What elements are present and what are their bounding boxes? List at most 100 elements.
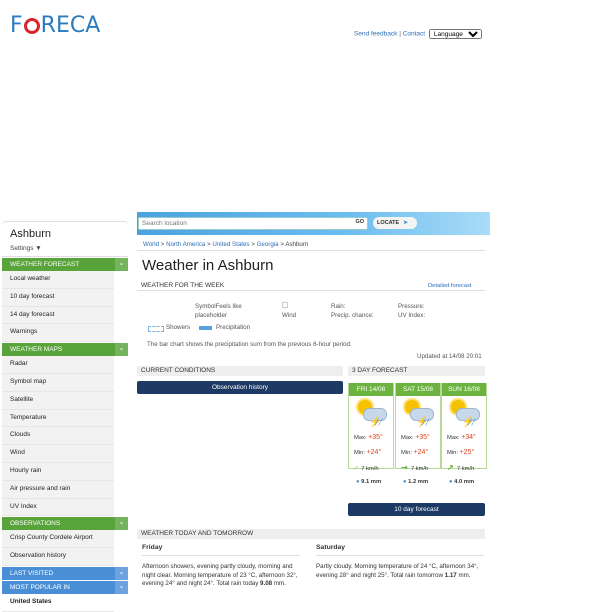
logo-text: F RECA xyxy=(10,13,101,38)
sidebar-item-radar[interactable]: Radar xyxy=(2,356,114,374)
sidebar-item-symbol-map[interactable]: Symbol map xyxy=(2,373,114,392)
sidebar-item-clouds[interactable]: Clouds xyxy=(2,427,114,446)
pressure-label: Pressure: xyxy=(398,303,425,310)
settings-toggle[interactable]: Settings ▼ xyxy=(2,242,128,257)
locate-arrow-icon: ➤ xyxy=(403,220,408,226)
sidebar: Ashburn Settings ▼ WEATHER FORECAST ⌄ Loc… xyxy=(2,221,128,612)
wind-placeholder-icon: Wind xyxy=(282,302,302,320)
breadcrumb-georgia[interactable]: Georgia xyxy=(257,241,279,248)
section-observations[interactable]: OBSERVATIONS ⌄ xyxy=(2,517,128,531)
observation-history-button[interactable]: Observation history xyxy=(137,381,343,394)
section-title: WEATHER MAPS xyxy=(10,346,63,354)
saturday-block: Saturday Partly cloudy. Morning temperat… xyxy=(316,544,484,580)
section-title: LAST VISITED xyxy=(10,569,54,577)
forecast-day[interactable]: SAT 15/08 ⚡ ╱╱ Max: +35° Min: +24° ↗ 7 km… xyxy=(395,383,441,485)
locate-label: LOCATE xyxy=(377,220,400,226)
sidebar-item-10-day[interactable]: 10 day forecast xyxy=(2,288,114,307)
thunder-showers-icon: ⚡ ╱╱ xyxy=(396,397,440,430)
sidebar-item-temperature[interactable]: Temperature xyxy=(2,409,114,428)
sidebar-item-14-day[interactable]: 14 day forecast xyxy=(2,306,114,325)
section-last-visited[interactable]: LAST VISITED ⌄ xyxy=(2,566,128,580)
raindrop-icon: ● xyxy=(449,479,453,485)
forecast-day[interactable]: FRI 14/08 ⚡ ╱╱ Max: +35° Min: +24° ↑ 7 km… xyxy=(348,383,394,485)
chevron-down-icon: ⌄ xyxy=(115,258,128,271)
section-title: MOST POPULAR IN xyxy=(10,583,70,591)
wind-arrow-icon: ↗ xyxy=(398,461,410,474)
friday-text: Afternoon showers, evening partly cloudy… xyxy=(142,563,298,588)
bar-chart-note: The bar chart shows the precipitation su… xyxy=(147,341,352,348)
rain-label: Rain: xyxy=(331,303,346,310)
rain-amount: ● 1.2 mm xyxy=(403,479,429,485)
sidebar-item-air-pressure[interactable]: Air pressure and rain xyxy=(2,480,114,499)
divider xyxy=(142,555,300,556)
current-conditions-heading: CURRENT CONDITIONS xyxy=(137,366,343,376)
divider xyxy=(316,555,484,556)
search-input[interactable] xyxy=(139,218,347,228)
wind-placeholder-label: Wind xyxy=(282,312,297,319)
day-date: SUN 16/08 xyxy=(442,383,486,396)
friday-title: Friday xyxy=(142,544,163,551)
sidebar-item-airport[interactable]: Crisp County Cordele Airport xyxy=(2,530,114,549)
raindrop-icon: ● xyxy=(356,479,360,485)
breadcrumb-united-states[interactable]: United States xyxy=(212,241,249,248)
ten-day-forecast-button[interactable]: 10 day forecast xyxy=(348,503,485,516)
precipitation-legend: Precipitation xyxy=(216,324,251,331)
rain-amount: ● 9.1 mm xyxy=(356,479,382,485)
day-date: SAT 15/08 xyxy=(396,383,440,396)
foreca-logo[interactable]: F RECA xyxy=(10,13,100,38)
wind-arrow-icon: ↗ xyxy=(447,463,454,472)
breadcrumb: World > North America > United States > … xyxy=(143,241,309,248)
chevron-down-icon: ⌄ xyxy=(115,517,128,531)
sidebar-item-local-weather[interactable]: Local weather xyxy=(2,271,114,289)
sidebar-item-uv-index[interactable]: UV Index xyxy=(2,498,114,517)
send-feedback-link[interactable]: Send feedback xyxy=(354,31,397,38)
saturday-title: Saturday xyxy=(316,544,346,551)
breadcrumb-world[interactable]: World xyxy=(143,241,159,248)
day-date: FRI 14/08 xyxy=(349,383,393,396)
section-title: WEATHER FORECAST xyxy=(10,261,80,268)
precip-chance-label: Precip. chance: xyxy=(331,312,374,319)
precipitation-swatch xyxy=(199,326,212,330)
sidebar-item-wind[interactable]: Wind xyxy=(2,445,114,463)
section-weather-maps[interactable]: WEATHER MAPS ⌄ xyxy=(2,343,128,357)
min-temp: Min: +25° xyxy=(447,449,475,456)
sidebar-item-satellite[interactable]: Satellite xyxy=(2,391,114,410)
sidebar-item-hourly-rain[interactable]: Hourly rain xyxy=(2,462,114,481)
sidebar-item-warnings[interactable]: Warnings xyxy=(2,324,114,343)
wind: ↗ 7 km/h xyxy=(447,463,475,472)
section-most-popular[interactable]: MOST POPULAR IN ⌄ xyxy=(2,580,128,594)
three-day-heading: 3 DAY FORECAST xyxy=(348,366,485,376)
sidebar-city: Ashburn xyxy=(2,221,128,242)
chevron-down-icon: ⌄ xyxy=(115,343,128,357)
language-select[interactable]: Language xyxy=(428,29,482,39)
page-title: Weather in Ashburn xyxy=(142,257,274,274)
saturday-text: Partly cloudy. Morning temperature of 24… xyxy=(316,563,479,579)
chevron-down-icon: ⌄ xyxy=(115,566,128,580)
chevron-down-icon: ⌄ xyxy=(115,580,128,594)
breadcrumb-north-america[interactable]: North America xyxy=(166,241,205,248)
locate-button[interactable]: LOCATE ➤ xyxy=(373,217,417,229)
rain-amount: ● 4.0 mm xyxy=(449,479,475,485)
forecast-day[interactable]: SUN 16/08 ⚡ ╱╱ Max: +34° Min: +25° ↗ 7 km… xyxy=(441,383,487,485)
thunder-showers-icon: ⚡ ╱╱ xyxy=(349,397,393,430)
go-button[interactable]: GO xyxy=(355,219,364,225)
divider xyxy=(137,250,485,251)
sidebar-item-united-states[interactable]: United States xyxy=(2,593,114,612)
thunder-showers-icon: ⚡ ╱╱ xyxy=(442,397,486,430)
contact-link[interactable]: Contact xyxy=(403,31,425,38)
logo-o-icon xyxy=(23,18,40,34)
section-weather-forecast[interactable]: WEATHER FORECAST ⌄ xyxy=(2,258,128,271)
wind: ↗ 7 km/h xyxy=(396,460,440,475)
max-temp: Max: +34° xyxy=(447,434,476,441)
max-temp: Max: +35° xyxy=(354,434,383,441)
wind: ↑ 7 km/h xyxy=(349,460,393,475)
sidebar-item-observation-history[interactable]: Observation history xyxy=(2,548,114,566)
min-temp: Min: +24° xyxy=(401,449,429,456)
friday-block: Friday Afternoon showers, evening partly… xyxy=(142,544,300,589)
detailed-forecast-link[interactable]: Detailed forecast xyxy=(428,283,472,289)
top-links: Send feedback | Contact Language xyxy=(354,29,482,39)
search-box: GO xyxy=(138,217,368,230)
showers-swatch xyxy=(148,326,164,332)
breadcrumb-ashburn: Ashburn xyxy=(285,241,309,248)
showers-legend: Showers xyxy=(166,324,191,331)
